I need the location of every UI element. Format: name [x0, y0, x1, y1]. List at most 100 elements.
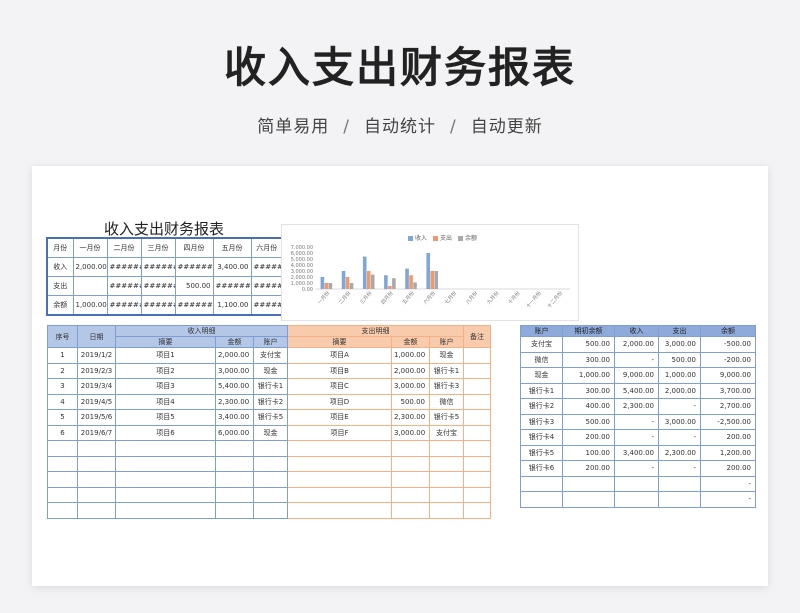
ledger-cell-out-amt[interactable]: 1,000.00 [391, 347, 430, 364]
account-value-cell[interactable]: 1,000.00 [658, 367, 701, 384]
account-value-cell[interactable]: 3,400.00 [614, 444, 659, 461]
ledger-cell-in-desc[interactable]: 项目6 [115, 424, 216, 441]
summary-cell[interactable]: ######## [106, 276, 142, 296]
account-value-cell[interactable] [562, 475, 615, 492]
ledger-cell-out-acct[interactable] [429, 502, 464, 519]
ledger-cell-date[interactable] [77, 471, 116, 488]
ledger-cell-no[interactable]: 3 [47, 378, 78, 395]
ledger-cell-in-amt[interactable] [215, 455, 254, 472]
ledger-cell-out-acct[interactable] [429, 486, 464, 503]
summary-cell[interactable]: 3,400.00 [212, 257, 252, 277]
ledger-cell-note[interactable] [463, 502, 491, 519]
ledger-cell-out-desc[interactable]: 项目D [287, 393, 392, 410]
ledger-cell-date[interactable]: 2019/6/7 [77, 424, 116, 441]
account-value-cell[interactable]: 200.00 [562, 460, 615, 477]
ledger-cell-note[interactable] [463, 486, 491, 503]
account-value-cell[interactable]: 500.00 [658, 351, 701, 368]
ledger-cell-no[interactable] [47, 455, 78, 472]
ledger-cell-in-amt[interactable] [215, 440, 254, 457]
account-value-cell[interactable]: 9,000.00 [700, 367, 756, 384]
ledger-cell-out-acct[interactable]: 现金 [429, 347, 464, 364]
ledger-cell-no[interactable]: 2 [47, 362, 78, 379]
ledger-cell-date[interactable] [77, 455, 116, 472]
account-value-cell[interactable]: 2,000.00 [658, 382, 701, 399]
account-value-cell[interactable]: 3,000.00 [658, 336, 701, 353]
ledger-cell-in-amt[interactable] [215, 471, 254, 488]
account-value-cell[interactable]: 9,000.00 [614, 367, 659, 384]
ledger-cell-in-desc[interactable] [115, 486, 216, 503]
account-value-cell[interactable]: - [614, 460, 659, 477]
account-name-cell[interactable]: 银行卡5 [520, 444, 563, 461]
ledger-cell-in-amt[interactable]: 3,400.00 [215, 409, 254, 426]
ledger-cell-in-amt[interactable]: 5,400.00 [215, 378, 254, 395]
account-value-cell[interactable] [614, 475, 659, 492]
ledger-cell-note[interactable] [463, 362, 491, 379]
ledger-cell-note[interactable] [463, 471, 491, 488]
account-name-cell[interactable]: 微信 [520, 351, 563, 368]
ledger-cell-note[interactable] [463, 393, 491, 410]
account-value-cell[interactable]: 1,200.00 [700, 444, 756, 461]
ledger-cell-note[interactable] [463, 424, 491, 441]
account-value-cell[interactable] [658, 475, 701, 492]
ledger-cell-in-acct[interactable]: 银行卡5 [253, 409, 288, 426]
ledger-cell-in-desc[interactable] [115, 471, 216, 488]
account-value-cell[interactable]: -500.00 [700, 336, 756, 353]
summary-cell[interactable]: ######## [250, 295, 284, 316]
summary-cell[interactable]: ######## [212, 276, 252, 296]
ledger-cell-out-amt[interactable] [391, 455, 430, 472]
account-value-cell[interactable]: 300.00 [562, 382, 615, 399]
ledger-cell-no[interactable]: 5 [47, 409, 78, 426]
account-value-cell[interactable]: 3,700.00 [700, 382, 756, 399]
ledger-cell-out-desc[interactable] [287, 471, 392, 488]
account-value-cell[interactable]: 400.00 [562, 398, 615, 415]
account-value-cell[interactable]: - [614, 429, 659, 446]
summary-cell[interactable]: 1,000.00 [72, 295, 108, 316]
ledger-cell-in-desc[interactable] [115, 502, 216, 519]
ledger-cell-date[interactable]: 2019/2/3 [77, 362, 116, 379]
ledger-cell-in-desc[interactable]: 项目4 [115, 393, 216, 410]
summary-cell[interactable]: ######## [140, 295, 176, 316]
ledger-cell-date[interactable] [77, 486, 116, 503]
ledger-cell-note[interactable] [463, 409, 491, 426]
ledger-cell-out-desc[interactable] [287, 455, 392, 472]
account-value-cell[interactable]: 200.00 [562, 429, 615, 446]
account-value-cell[interactable]: - [614, 351, 659, 368]
ledger-cell-in-acct[interactable]: 支付宝 [253, 347, 288, 364]
ledger-cell-out-amt[interactable] [391, 471, 430, 488]
summary-cell[interactable]: ######## [106, 295, 142, 316]
ledger-cell-in-amt[interactable] [215, 486, 254, 503]
ledger-cell-no[interactable] [47, 502, 78, 519]
ledger-cell-out-acct[interactable] [429, 455, 464, 472]
ledger-cell-out-acct[interactable]: 微信 [429, 393, 464, 410]
summary-cell[interactable]: ######## [106, 257, 142, 277]
account-value-cell[interactable]: 300.00 [562, 351, 615, 368]
ledger-cell-in-amt[interactable]: 6,000.00 [215, 424, 254, 441]
account-name-cell[interactable]: 支付宝 [520, 336, 563, 353]
ledger-cell-out-acct[interactable] [429, 440, 464, 457]
account-value-cell[interactable]: 3,000.00 [658, 413, 701, 430]
ledger-cell-out-desc[interactable]: 项目E [287, 409, 392, 426]
ledger-cell-in-desc[interactable]: 项目2 [115, 362, 216, 379]
ledger-cell-date[interactable]: 2019/1/2 [77, 347, 116, 364]
ledger-cell-in-amt[interactable]: 3,000.00 [215, 362, 254, 379]
ledger-cell-out-amt[interactable]: 2,300.00 [391, 409, 430, 426]
ledger-cell-out-amt[interactable]: 2,000.00 [391, 362, 430, 379]
ledger-cell-in-acct[interactable]: 现金 [253, 424, 288, 441]
ledger-cell-no[interactable]: 6 [47, 424, 78, 441]
ledger-cell-in-acct[interactable]: 银行卡1 [253, 378, 288, 395]
account-value-cell[interactable] [562, 491, 615, 508]
summary-cell[interactable]: ######## [250, 276, 284, 296]
account-name-cell[interactable]: 银行卡3 [520, 413, 563, 430]
ledger-cell-date[interactable] [77, 440, 116, 457]
account-value-cell[interactable]: 100.00 [562, 444, 615, 461]
ledger-cell-in-acct[interactable]: 现金 [253, 362, 288, 379]
account-name-cell[interactable] [520, 475, 563, 492]
ledger-cell-in-acct[interactable] [253, 502, 288, 519]
summary-cell[interactable]: ######## [174, 257, 214, 277]
ledger-cell-no[interactable] [47, 471, 78, 488]
ledger-cell-out-acct[interactable]: 银行卡1 [429, 362, 464, 379]
account-name-cell[interactable]: 现金 [520, 367, 563, 384]
account-name-cell[interactable]: 银行卡1 [520, 382, 563, 399]
account-value-cell[interactable]: - [658, 429, 701, 446]
account-name-cell[interactable]: 银行卡6 [520, 460, 563, 477]
